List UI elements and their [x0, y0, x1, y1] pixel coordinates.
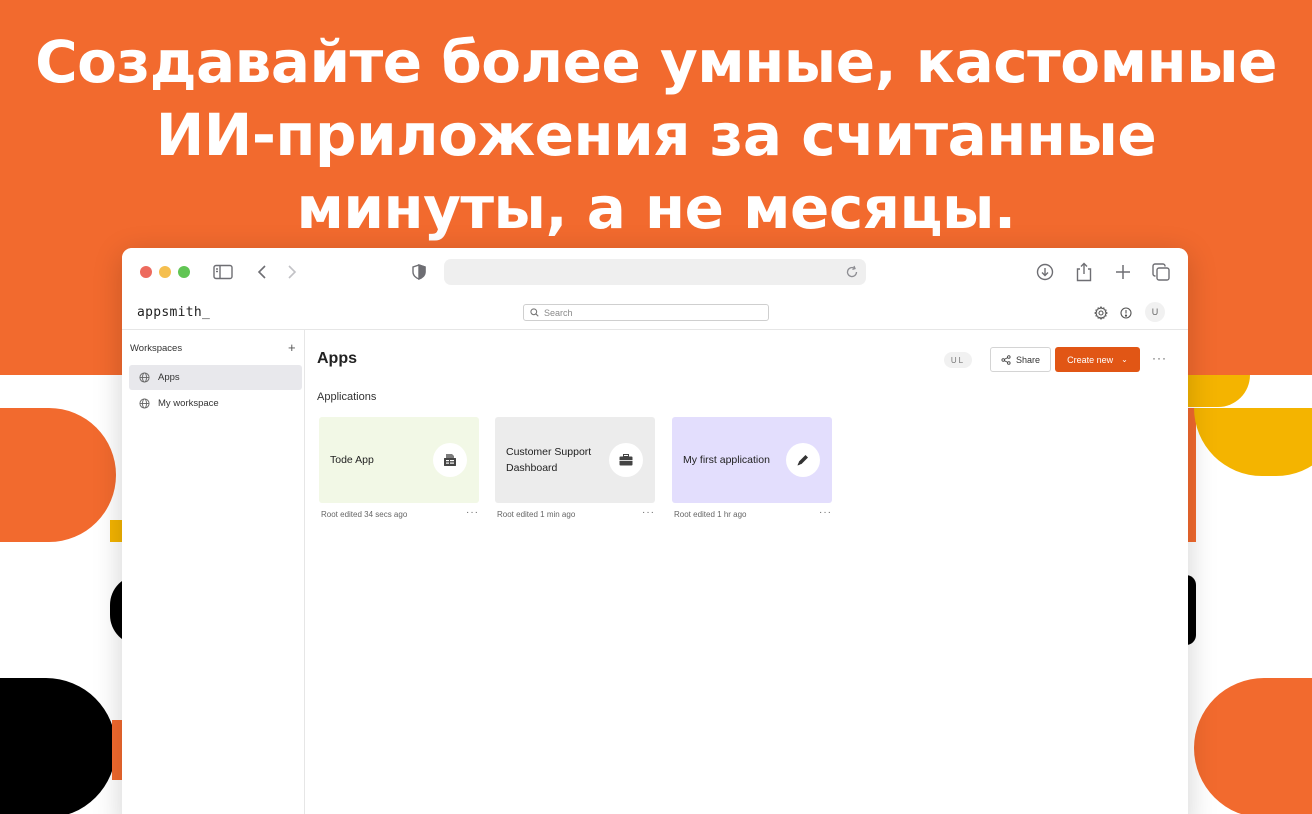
promo-headline: Создавайте более умные, кастомные ИИ-при… [0, 26, 1312, 245]
app-card-name: Tode App [330, 454, 374, 466]
workspace-users-chip[interactable]: UL [944, 352, 972, 368]
more-options-button[interactable]: ··· [1152, 351, 1167, 365]
decor-shape [0, 678, 116, 814]
help-icon[interactable] [1119, 306, 1133, 320]
create-new-label: Create new [1067, 354, 1114, 365]
reload-icon[interactable] [844, 264, 860, 280]
section-title: Applications [317, 391, 377, 403]
add-workspace-button[interactable]: + [288, 340, 296, 355]
download-icon[interactable] [1034, 261, 1056, 283]
card-more-button[interactable]: ··· [642, 507, 655, 518]
app-card-tode-app[interactable]: Tode App [319, 417, 479, 503]
globe-icon [139, 398, 150, 409]
sidebar-item-my-workspace[interactable]: My workspace [129, 391, 302, 416]
decor-shape [1188, 408, 1196, 542]
sidebar-toggle-icon[interactable] [212, 261, 234, 283]
tab-overview-icon[interactable] [1150, 261, 1172, 283]
sidebar-item-label: Apps [158, 372, 180, 383]
share-button-label: Share [1015, 354, 1041, 365]
shield-icon[interactable] [408, 261, 430, 283]
search-icon [530, 308, 539, 317]
browser-titlebar [122, 248, 1188, 296]
search-box[interactable] [523, 304, 769, 321]
headline-line: минуты, а не месяцы. [296, 174, 1017, 242]
address-bar[interactable] [444, 259, 866, 285]
page-title: Apps [317, 350, 357, 367]
decor-shape [1194, 678, 1312, 814]
decor-shape [1194, 408, 1312, 476]
user-avatar[interactable]: U [1145, 302, 1165, 322]
appsmith-logo[interactable]: appsmith_ [137, 305, 210, 320]
app-card-name: My first application [683, 454, 770, 466]
main-content: Apps UL Share Create new ⌄ ··· Applicati… [306, 330, 1188, 814]
app-card-meta: Root edited 34 secs ago [321, 510, 408, 519]
card-more-button[interactable]: ··· [466, 507, 479, 518]
workspaces-sidebar: Workspaces + Apps My workspace [122, 330, 305, 814]
pencil-icon [786, 443, 820, 477]
app-header: appsmith_ U [122, 296, 1188, 330]
card-more-button[interactable]: ··· [819, 507, 832, 518]
decor-shape [0, 408, 116, 542]
settings-gear-icon[interactable] [1093, 305, 1109, 321]
form-icon [433, 443, 467, 477]
app-card-name: Customer Support Dashboard [506, 446, 592, 474]
app-card-meta: Root edited 1 min ago [497, 510, 576, 519]
browser-window: appsmith_ U Workspaces + Apps My workspa… [122, 248, 1188, 814]
sidebar-item-label: My workspace [158, 398, 219, 409]
app-card-customer-support-dashboard[interactable]: Customer Support Dashboard [495, 417, 655, 503]
share-nodes-icon [1001, 354, 1011, 365]
globe-icon [139, 372, 150, 383]
back-icon[interactable] [251, 261, 273, 283]
maximize-window-button[interactable] [178, 266, 190, 278]
headline-line: ИИ-приложения за считанные [155, 101, 1157, 169]
close-window-button[interactable] [140, 266, 152, 278]
sidebar-item-apps[interactable]: Apps [129, 365, 302, 390]
share-icon[interactable] [1073, 261, 1095, 283]
headline-line: Создавайте более умные, кастомные [35, 28, 1277, 96]
forward-icon[interactable] [281, 261, 303, 283]
briefcase-icon [609, 443, 643, 477]
sidebar-title: Workspaces [130, 343, 183, 354]
new-tab-icon[interactable] [1112, 261, 1134, 283]
minimize-window-button[interactable] [159, 266, 171, 278]
create-new-button[interactable]: Create new ⌄ [1055, 347, 1140, 372]
search-input[interactable] [544, 307, 744, 318]
app-card-my-first-application[interactable]: My first application [672, 417, 832, 503]
chevron-down-icon: ⌄ [1121, 355, 1128, 364]
share-button[interactable]: Share [990, 347, 1051, 372]
decor-shape [1188, 375, 1250, 407]
app-card-meta: Root edited 1 hr ago [674, 510, 747, 519]
